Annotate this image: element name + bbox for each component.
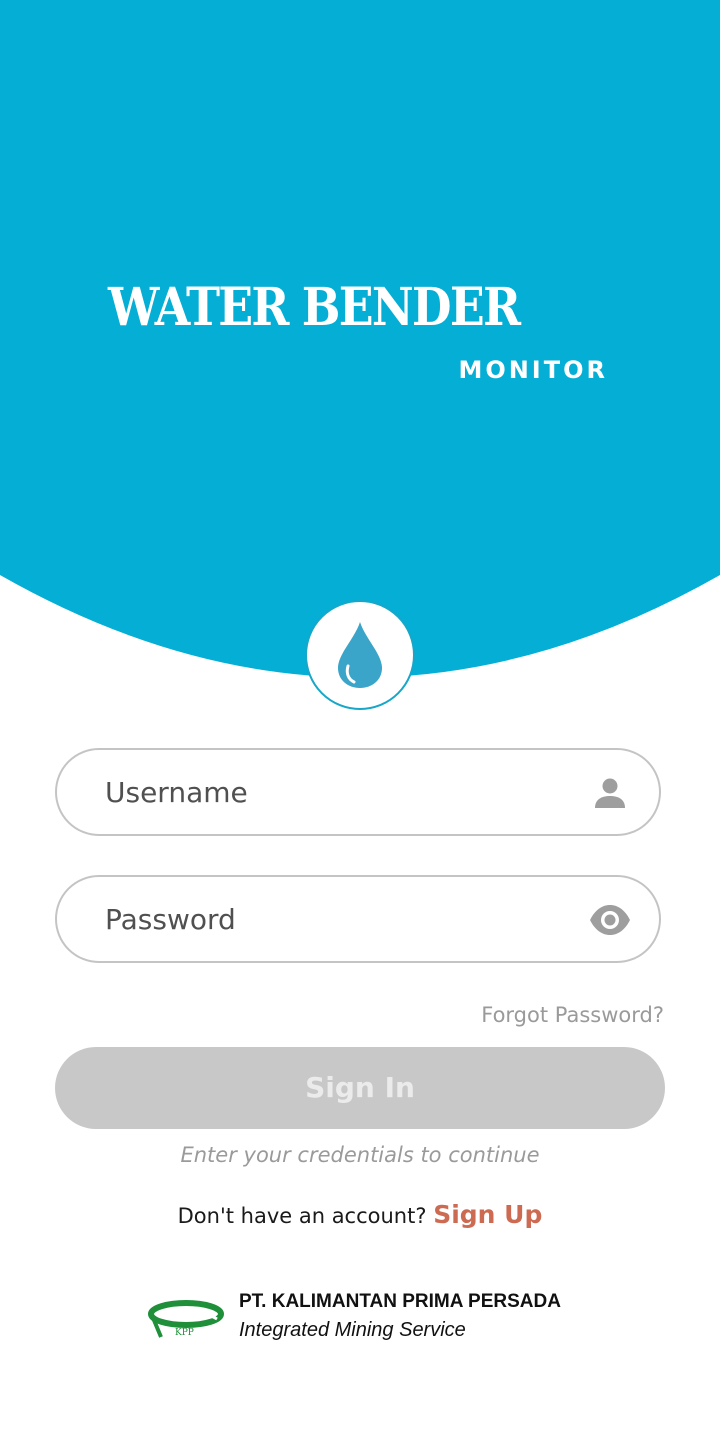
credentials-hint: Enter your credentials to continue <box>180 1143 540 1167</box>
username-field[interactable]: Username <box>55 748 661 836</box>
signup-row: Don't have an account? Sign Up <box>0 1200 720 1229</box>
password-placeholder: Password <box>105 903 236 936</box>
password-field[interactable]: Password <box>55 875 661 963</box>
app-subtitle: MONITOR <box>458 356 608 384</box>
username-placeholder: Username <box>105 776 248 809</box>
sign-in-button[interactable]: Sign In <box>55 1047 665 1129</box>
logo-badge <box>305 600 415 710</box>
person-icon <box>595 778 625 808</box>
company-name: PT. KALIMANTAN PRIMA PERSADA <box>239 1291 561 1312</box>
company-logo: KPP <box>148 1300 224 1338</box>
sign-up-link[interactable]: Sign Up <box>433 1200 542 1229</box>
header-background <box>0 0 720 678</box>
water-drop-icon <box>338 622 382 688</box>
company-tagline: Integrated Mining Service <box>239 1319 466 1341</box>
eye-icon[interactable] <box>589 902 631 938</box>
company-logo-text: KPP <box>175 1328 194 1338</box>
signup-prompt: Don't have an account? <box>177 1204 434 1228</box>
forgot-password-link[interactable]: Forgot Password? <box>481 1003 664 1027</box>
app-title: WATER BENDER <box>108 277 521 338</box>
